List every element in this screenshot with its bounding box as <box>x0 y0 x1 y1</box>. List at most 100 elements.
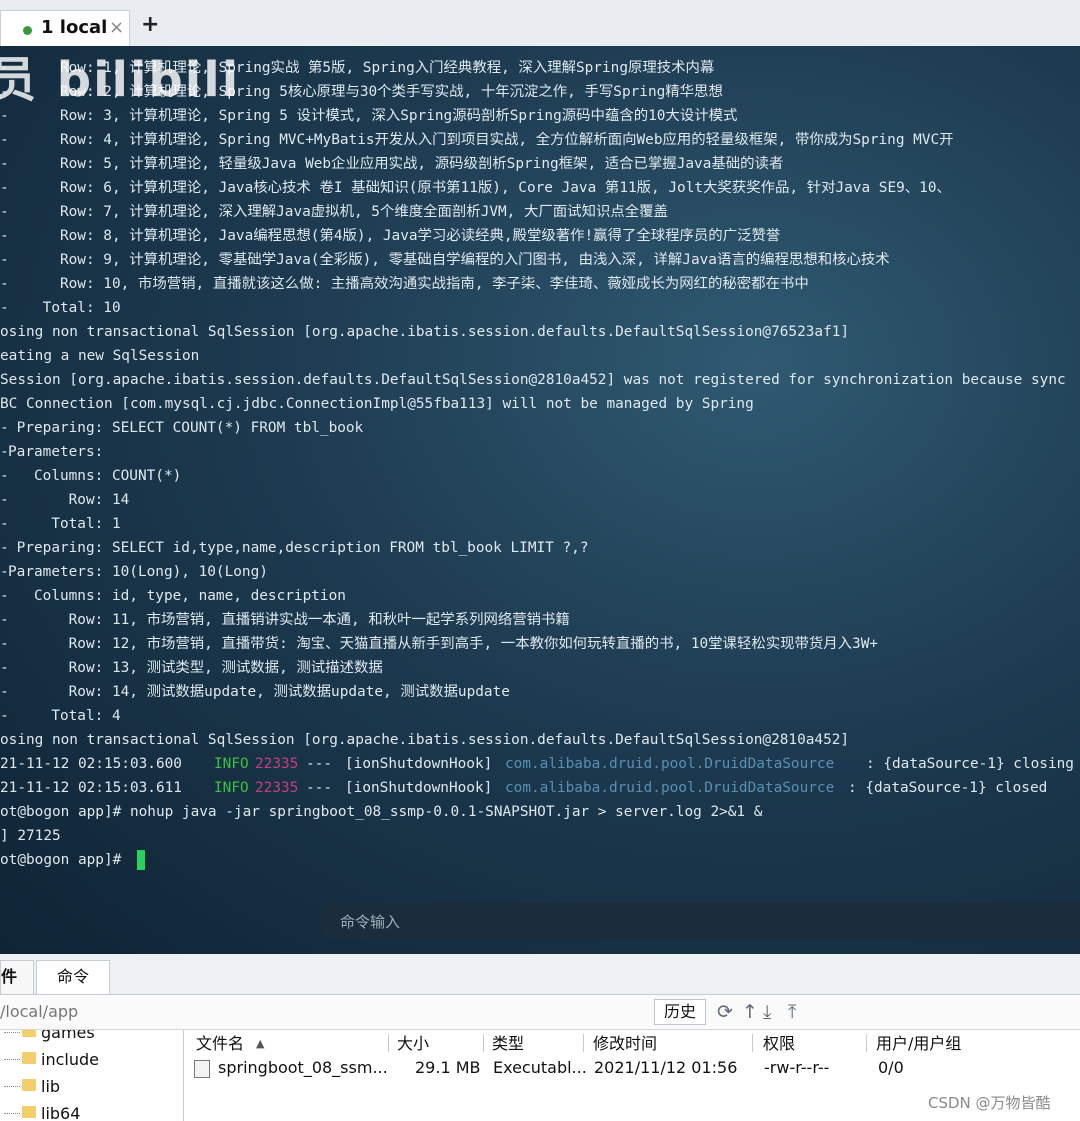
terminal-line: - Preparing: SELECT id,type,name,descrip… <box>0 536 1080 560</box>
terminal-line: - Columns: COUNT(*) <box>0 464 1080 488</box>
terminal-line: - Row: 9, 计算机理论, 零基础学Java(全彩版), 零基础自学编程的… <box>0 248 1080 272</box>
log-date: 21-11-12 02:15:03.611 <box>0 780 182 796</box>
terminal-line: - Row: 12, 市场营销, 直播带货: 淘宝、天猫直播从新手到高手, 一本… <box>0 632 1080 656</box>
close-icon[interactable]: × <box>109 17 124 38</box>
column-header-name[interactable]: 文件名 <box>196 1032 244 1056</box>
terminal-line: - Row: 4, 计算机理论, Spring MVC+MyBatis开发从入门… <box>0 128 1080 152</box>
log-date: 21-11-12 02:15:03.600 <box>0 756 182 772</box>
log-logger: com.alibaba.druid.pool.DruidDataSource <box>505 756 835 772</box>
column-header-type[interactable]: 类型 <box>492 1032 524 1056</box>
tree-connector <box>4 1059 20 1060</box>
tree-item[interactable]: lib <box>0 1074 183 1100</box>
up-directory-icon[interactable]: ↑ <box>742 999 758 1025</box>
column-header-owner[interactable]: 用户/用户组 <box>876 1032 961 1056</box>
line-text: BC Connection [com.mysql.cj.jdbc.Connect… <box>0 396 754 412</box>
folder-icon <box>22 1052 36 1064</box>
file-size: 29.1 MB <box>415 1058 481 1077</box>
terminal-line: - Row: 6, 计算机理论, Java核心技术 卷I 基础知识(原书第11版… <box>0 176 1080 200</box>
line-text: Session [org.apache.ibatis.session.defau… <box>0 372 1066 388</box>
log-separator: --- <box>306 780 332 796</box>
line-text: Total: 1 <box>8 516 121 532</box>
connection-status-icon <box>23 26 32 35</box>
folder-icon <box>22 1030 36 1037</box>
line-text: Row: 8, 计算机理论, Java编程思想(第4版), Java学习必读经典… <box>8 228 781 244</box>
line-text: Columns: id, type, name, description <box>8 588 346 604</box>
bilibili-watermark: 员 bilibili <box>0 52 241 108</box>
tree-item[interactable]: games <box>0 1030 183 1046</box>
tab-files[interactable]: 件 <box>0 960 34 994</box>
line-text: Row: 11, 市场营销, 直播销讲实战一本通, 和秋叶一起学系列网络营销书籍 <box>8 612 570 628</box>
terminal-line: - Row: 7, 计算机理论, 深入理解Java虚拟机, 5个维度全面剖析JV… <box>0 200 1080 224</box>
terminal-line: osing non transactional SqlSession [org.… <box>0 320 1080 344</box>
line-text: Row: 12, 市场营销, 直播带货: 淘宝、天猫直播从新手到高手, 一本教你… <box>8 636 879 652</box>
line-text: Preparing: SELECT COUNT(*) FROM tbl_book <box>8 420 364 436</box>
line-text: Parameters: 10(Long), 10(Long) <box>8 564 268 580</box>
tab-label: 1 local <box>41 17 108 38</box>
command-text: ot@bogon app]# nohup java -jar springboo… <box>0 804 763 820</box>
terminal-line: - Row: 5, 计算机理论, 轻量级Java Web企业应用实战, 源码级剖… <box>0 152 1080 176</box>
line-text: Row: 9, 计算机理论, 零基础学Java(全彩版), 零基础自学编程的入门… <box>8 252 890 268</box>
line-text: Preparing: SELECT id,type,name,descripti… <box>8 540 589 556</box>
terminal-output: - Row: 1, 计算机理论, Spring实战 第5版, Spring入门经… <box>0 56 1080 872</box>
tree-connector <box>4 1032 20 1033</box>
terminal-line: - Total: 4 <box>0 704 1080 728</box>
executable-file-icon <box>194 1060 210 1078</box>
log-line: 21-11-12 02:15:03.600 INFO 22335 --- [ionShu… <box>0 752 1080 776</box>
upload-icon[interactable]: ⤒ <box>788 999 796 1025</box>
folder-icon <box>22 1106 36 1118</box>
terminal-line: - Row: 10, 市场营销, 直播就该这么做: 主播高效沟通实战指南, 李子… <box>0 272 1080 296</box>
tab-bar: 1 local × + <box>0 0 1080 47</box>
line-text: eating a new SqlSession <box>0 348 200 364</box>
log-logger: com.alibaba.druid.pool.DruidDataSource <box>505 780 835 796</box>
refresh-icon[interactable]: ⟳ <box>717 999 733 1025</box>
column-header-size[interactable]: 大小 <box>397 1032 429 1056</box>
terminal-line: BC Connection [com.mysql.cj.jdbc.Connect… <box>0 392 1080 416</box>
command-line: ot@bogon app]# nohup java -jar springboo… <box>0 800 1080 824</box>
terminal-line: - Row: 11, 市场营销, 直播销讲实战一本通, 和秋叶一起学系列网络营销… <box>0 608 1080 632</box>
file-name[interactable]: springboot_08_ssm... <box>218 1056 388 1080</box>
line-text: Total: 4 <box>8 708 121 724</box>
column-header-permissions[interactable]: 权限 <box>763 1032 795 1056</box>
line-text: Row: 10, 市场营销, 直播就该这么做: 主播高效沟通实战指南, 李子柒、… <box>8 276 809 292</box>
history-button[interactable]: 历史 <box>654 999 706 1025</box>
log-pid: 22335 <box>255 756 299 772</box>
tree-item-label: games <box>41 1030 95 1042</box>
tree-item-label: lib64 <box>41 1104 81 1121</box>
line-text: Row: 6, 计算机理论, Java核心技术 卷I 基础知识(原书第11版),… <box>8 180 951 196</box>
sort-asc-icon: ▲ <box>256 1037 265 1050</box>
terminal-cursor <box>137 850 146 870</box>
command-input[interactable]: 命令输入 <box>320 902 1080 940</box>
log-pid: 22335 <box>255 780 299 796</box>
file-modified: 2021/11/12 01:56 <box>594 1058 738 1077</box>
line-text: Row: 4, 计算机理论, Spring MVC+MyBatis开发从入门到项… <box>8 132 954 148</box>
line-text: Row: 14 <box>8 492 130 508</box>
log-separator: --- <box>306 756 332 772</box>
terminal-line: eating a new SqlSession <box>0 344 1080 368</box>
tab-commands[interactable]: 命令 <box>36 960 110 994</box>
log-thread: [ionShutdownHook] <box>345 756 493 772</box>
file-type: Executabl... <box>493 1058 587 1077</box>
line-text: Row: 14, 测试数据update, 测试数据update, 测试数据upd… <box>8 684 510 700</box>
path-input[interactable]: /local/app <box>0 999 648 1025</box>
column-header-modified[interactable]: 修改时间 <box>593 1032 657 1056</box>
terminal-pane[interactable]: - Row: 1, 计算机理论, Spring实战 第5版, Spring入门经… <box>0 46 1080 954</box>
terminal-line: - Parameters: <box>0 440 1080 464</box>
job-text: ] 27125 <box>0 828 61 844</box>
directory-tree: games include lib lib64 <box>0 1030 184 1121</box>
tree-item[interactable]: include <box>0 1047 183 1073</box>
log-message: : {dataSource-1} closing <box>866 756 1074 772</box>
path-bar: /local/app 历史 ⟳ ↑ ⤓ ⤒ <box>0 995 1080 1030</box>
line-text: osing non transactional SqlSession [org.… <box>0 732 850 748</box>
tree-item-label: lib <box>41 1077 61 1096</box>
file-permissions: -rw-r--r-- <box>764 1058 830 1077</box>
terminal-line: - Total: 1 <box>0 512 1080 536</box>
add-tab-button[interactable]: + <box>141 12 159 37</box>
log-message: : {dataSource-1} closed <box>848 780 1048 796</box>
download-icon[interactable]: ⤓ <box>763 999 771 1025</box>
line-text: Columns: COUNT(*) <box>8 468 182 484</box>
line-text: osing non transactional SqlSession [org.… <box>0 324 850 340</box>
tab-local[interactable]: 1 local × <box>0 10 130 46</box>
tree-item[interactable]: lib64 <box>0 1101 183 1121</box>
terminal-line: - Row: 14, 测试数据update, 测试数据update, 测试数据u… <box>0 680 1080 704</box>
terminal-line: - Row: 8, 计算机理论, Java编程思想(第4版), Java学习必读… <box>0 224 1080 248</box>
